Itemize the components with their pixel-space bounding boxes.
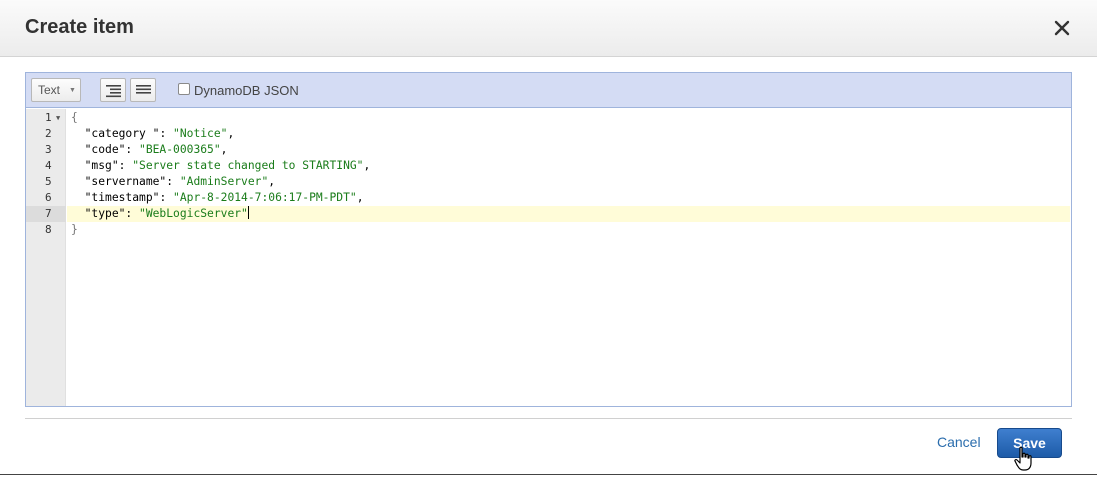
json-value: "Notice" [173, 127, 228, 140]
line-number: 5 [26, 174, 66, 190]
json-key: "timestamp" [84, 191, 160, 204]
code-line: "category ": "Notice", [84, 127, 235, 140]
cancel-button[interactable]: Cancel [937, 434, 981, 450]
dynamodb-json-label: DynamoDB JSON [194, 83, 299, 98]
line-number-text: 6 [45, 191, 52, 204]
json-key: "code" [84, 143, 126, 156]
json-value: "Server state changed to STARTING" [132, 159, 364, 172]
json-separator: , [356, 191, 364, 204]
code-line: } [67, 222, 1070, 238]
json-key: "servername" [84, 175, 167, 188]
line-number: 7 [26, 206, 66, 222]
line-number: 1 ▼ [26, 110, 66, 126]
json-separator: , [363, 159, 371, 172]
line-number-text: 7 [45, 207, 52, 220]
compact-code-icon [136, 85, 151, 94]
code-line: "msg": "Server state changed to STARTING… [84, 159, 371, 172]
code-line: { [67, 110, 1070, 126]
json-key: "category " [84, 127, 160, 140]
dynamodb-json-checkbox[interactable] [178, 82, 190, 95]
json-separator: , [268, 175, 276, 188]
dialog-header: Create item [0, 0, 1097, 57]
text-cursor [247, 206, 249, 219]
json-editor: Text ▼ DynamoDB JSON 1 ▼ 2 3 4 5 6 7 8 {… [25, 72, 1072, 407]
footer-divider [25, 418, 1072, 419]
dynamodb-json-toggle[interactable]: DynamoDB JSON [178, 82, 299, 98]
editor-toolbar: Text ▼ DynamoDB JSON [26, 73, 1071, 108]
compact-code-button[interactable] [130, 78, 156, 102]
line-number: 6 [26, 190, 66, 206]
json-value: "Apr-8-2014-7:06:17-PM-PDT" [173, 191, 357, 204]
line-number-text: 2 [45, 127, 52, 140]
json-separator: , [227, 127, 235, 140]
close-icon[interactable] [1051, 17, 1073, 39]
mode-select[interactable]: Text ▼ [31, 78, 81, 102]
line-number-text: 4 [45, 159, 52, 172]
format-code-icon [106, 85, 121, 98]
line-number-text: 1 [45, 111, 52, 124]
brace-text: { [71, 111, 78, 124]
code-line: "servername": "AdminServer", [84, 175, 276, 188]
line-number: 8 [26, 222, 66, 238]
code-line: "timestamp": "Apr-8-2014-7:06:17-PM-PDT"… [84, 191, 364, 204]
code-line: "type": "WebLogicServer" [67, 206, 1070, 222]
json-separator: , [220, 143, 228, 156]
mode-select-value: Text [38, 83, 61, 97]
line-number-gutter: 1 ▼ 2 3 4 5 6 7 8 [26, 109, 66, 406]
line-number: 4 [26, 158, 66, 174]
code-line: "code": "BEA-000365", [84, 143, 228, 156]
brace-text: } [71, 223, 78, 236]
line-number: 2 [26, 126, 66, 142]
json-value: "AdminServer" [179, 175, 269, 188]
create-item-dialog: Create item Text ▼ DynamoDB JSON 1 ▼ 2 3… [0, 0, 1097, 475]
chevron-down-icon: ▼ [69, 87, 76, 94]
dialog-title: Create item [25, 16, 134, 38]
fold-toggle-icon[interactable]: ▼ [56, 110, 60, 126]
line-number-text: 3 [45, 143, 52, 156]
json-value: "BEA-000365" [139, 143, 221, 156]
line-number-text: 5 [45, 175, 52, 188]
json-key: "type" [84, 207, 126, 220]
code-text-area[interactable]: 1 ▼ 2 3 4 5 6 7 8 { "category ": "Notice", "code… [26, 109, 1071, 406]
line-number: 3 [26, 142, 66, 158]
format-code-button[interactable] [100, 78, 126, 102]
json-key: "msg" [84, 159, 119, 172]
line-number-text: 8 [45, 223, 52, 236]
hand-cursor-icon [1013, 446, 1035, 472]
json-value: "WebLogicServer" [139, 207, 248, 220]
